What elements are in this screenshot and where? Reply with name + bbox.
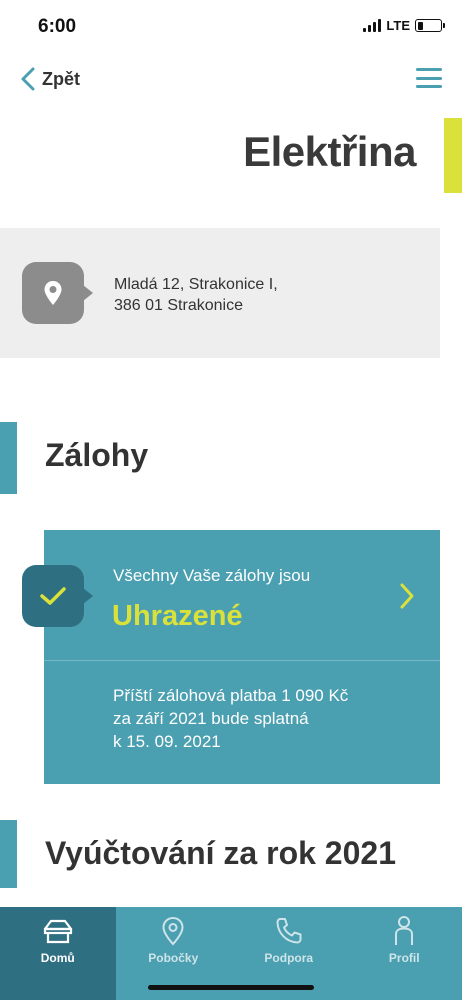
hamburger-icon[interactable]	[416, 66, 442, 90]
status-indicators: LTE	[363, 18, 445, 33]
tab-label: Domů	[40, 951, 75, 965]
status-bar: 6:00 LTE	[0, 0, 462, 54]
location-pin-icon	[161, 915, 185, 947]
tab-label: Pobočky	[148, 951, 199, 965]
billing-heading: Vyúčtování za rok 2021	[45, 835, 396, 871]
chevron-right-icon[interactable]	[398, 582, 416, 610]
tab-label: Podpora	[264, 951, 314, 965]
address-text: Mladá 12, Strakonice I, 386 01 Strakonic…	[114, 274, 278, 316]
phone-icon	[274, 915, 304, 947]
section-accent-bar	[0, 820, 17, 888]
chevron-left-icon	[21, 67, 35, 91]
home-indicator	[148, 985, 314, 990]
section-accent-bar	[0, 422, 17, 494]
address-line-1: Mladá 12, Strakonice I,	[114, 276, 278, 293]
next-payment-line-3: k 15. 09. 2021	[113, 732, 221, 751]
divider	[44, 660, 440, 661]
location-pin-icon	[22, 262, 93, 324]
tab-label: Profil	[388, 951, 420, 965]
next-payment-line-1: Příští zálohová platba 1 090 Kč	[113, 686, 349, 705]
person-icon	[393, 915, 415, 947]
back-button[interactable]: Zpět	[20, 62, 80, 96]
payments-heading: Zálohy	[45, 437, 149, 473]
back-label: Zpět	[42, 68, 80, 89]
tab-profile[interactable]: Profil	[347, 907, 462, 1000]
home-icon	[42, 915, 74, 947]
next-payment-line-2: za září 2021 bude splatná	[113, 709, 309, 728]
page-title: Elektřina	[243, 128, 416, 175]
status-time: 6:00	[38, 16, 77, 37]
payments-status: Uhrazené	[112, 600, 243, 632]
address-line-2: 386 01 Strakonice	[114, 297, 243, 314]
battery-icon	[415, 19, 445, 32]
title-accent-bar	[444, 118, 462, 193]
check-icon	[22, 565, 93, 627]
next-payment-info: Příští zálohová platba 1 090 Kč za září …	[113, 684, 348, 753]
signal-icon	[363, 19, 382, 32]
tab-home[interactable]: Domů	[0, 907, 116, 1000]
payments-intro: Všechny Vaše zálohy jsou	[113, 566, 311, 585]
network-label: LTE	[386, 18, 410, 33]
